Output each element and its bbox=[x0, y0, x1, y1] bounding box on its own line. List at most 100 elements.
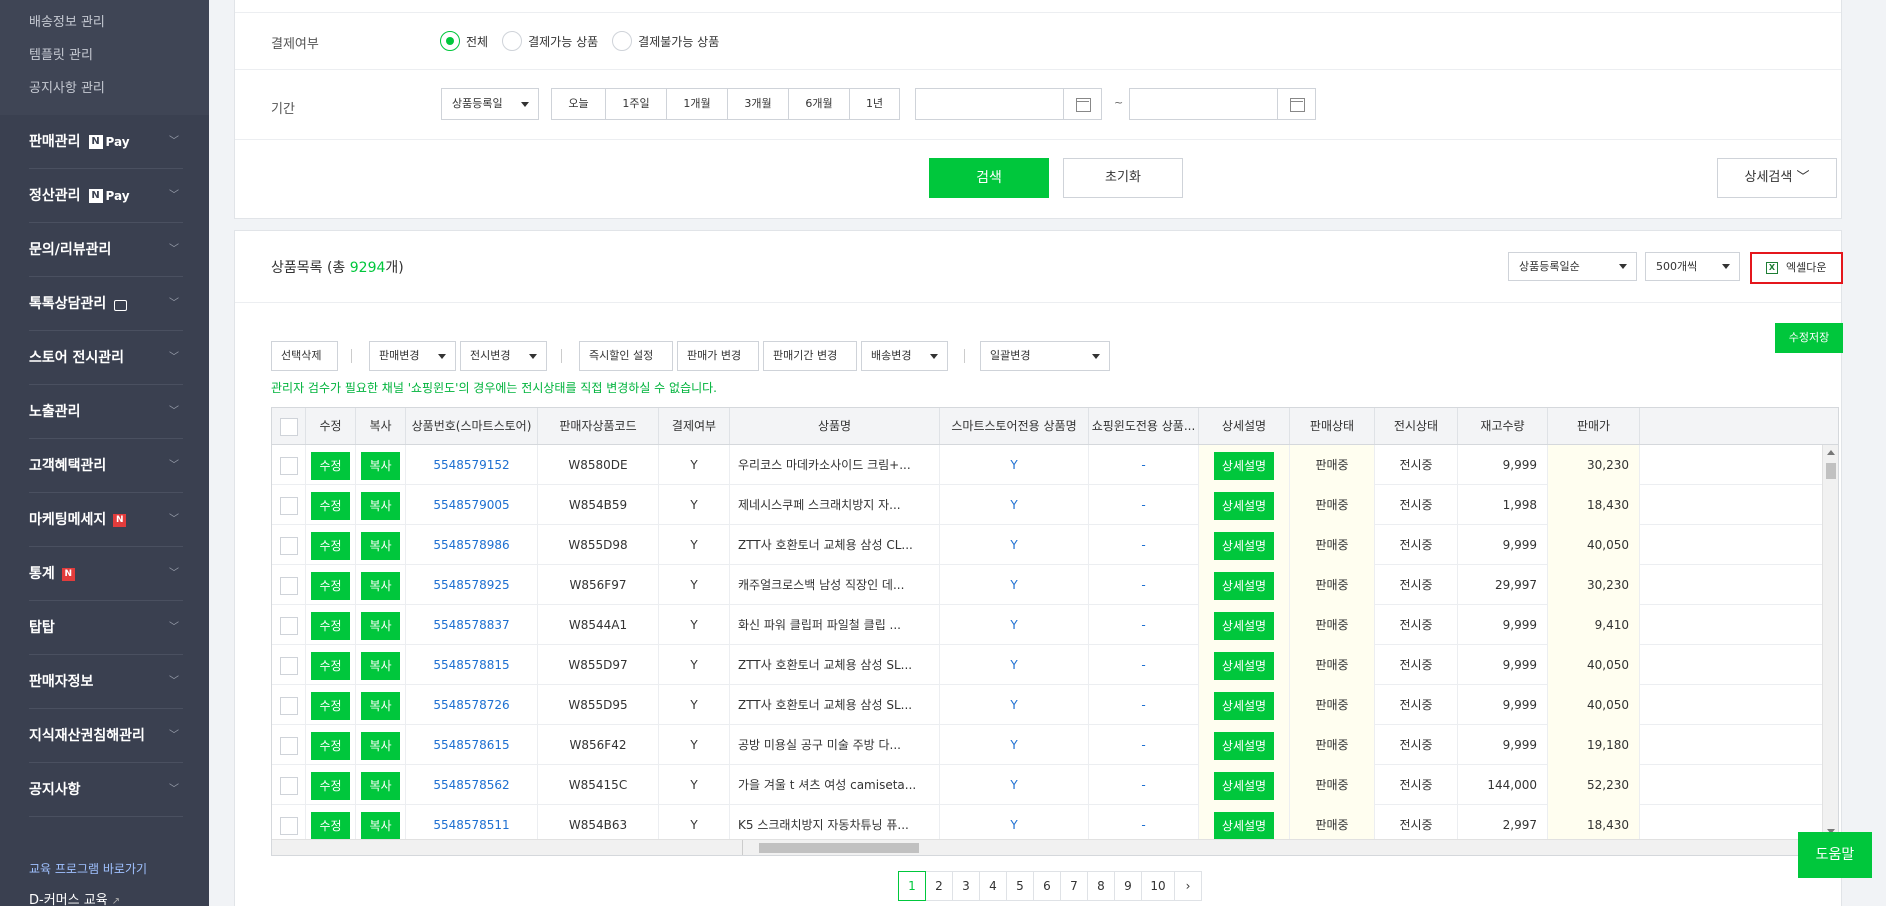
edit-button[interactable]: 수정 bbox=[311, 771, 350, 800]
product-id-link[interactable]: 5548578837 bbox=[433, 618, 509, 632]
page-button[interactable]: 2 bbox=[925, 871, 953, 901]
copy-button[interactable]: 복사 bbox=[361, 611, 400, 640]
edit-button[interactable]: 수정 bbox=[311, 531, 350, 560]
sale-period-change-button[interactable]: 판매기간 변경 bbox=[763, 341, 857, 371]
vertical-scrollbar[interactable] bbox=[1822, 445, 1838, 839]
price-cell[interactable]: 18,430 bbox=[1548, 485, 1640, 525]
edit-button[interactable]: 수정 bbox=[311, 451, 350, 480]
page-button[interactable]: 10 bbox=[1141, 871, 1175, 901]
page-button[interactable]: 4 bbox=[979, 871, 1007, 901]
period-btn-1month[interactable]: 1개월 bbox=[666, 88, 728, 120]
sidebar-menu-item[interactable]: 고객혜택관리 ﹀ bbox=[0, 439, 209, 493]
page-size-select[interactable]: 500개씩 bbox=[1645, 252, 1740, 281]
product-name-cell[interactable]: K5 스크래치방지 자동차튜닝 퓨... bbox=[730, 805, 940, 839]
row-checkbox[interactable] bbox=[279, 816, 298, 835]
price-change-button[interactable]: 판매가 변경 bbox=[677, 341, 759, 371]
help-button[interactable]: 도움말 bbox=[1798, 832, 1872, 878]
copy-button[interactable]: 복사 bbox=[361, 811, 400, 839]
edit-button[interactable]: 수정 bbox=[311, 811, 350, 839]
education-program-link[interactable]: 교육 프로그램 바로가기 bbox=[29, 860, 147, 877]
next-page-icon[interactable]: › bbox=[1174, 871, 1202, 901]
stock-cell[interactable]: 9,999 bbox=[1458, 445, 1548, 485]
sidebar-menu-item[interactable]: 판매관리 N Pay ﹀ bbox=[0, 115, 209, 169]
price-cell[interactable]: 30,230 bbox=[1548, 565, 1640, 605]
period-type-select[interactable]: 상품등록일 bbox=[441, 88, 539, 120]
sidebar-menu-item[interactable]: 통계 N ﹀ bbox=[0, 547, 209, 601]
delivery-change-dropdown[interactable]: 배송변경 bbox=[861, 341, 948, 371]
shoppingwindow-name-cell[interactable]: - bbox=[1089, 645, 1199, 685]
product-name-cell[interactable]: 캐주얼크로스백 남성 직장인 데... bbox=[730, 565, 940, 605]
price-cell[interactable]: 40,050 bbox=[1548, 645, 1640, 685]
instant-discount-button[interactable]: 즉시할인 설정 bbox=[579, 341, 673, 371]
sale-status-cell[interactable]: 판매중 bbox=[1290, 645, 1375, 685]
detail-button[interactable]: 상세설명 bbox=[1213, 531, 1275, 560]
row-checkbox[interactable] bbox=[279, 536, 298, 555]
product-id-link[interactable]: 5548578511 bbox=[433, 818, 509, 832]
pay-radio-payable[interactable]: 결제가능 상품 bbox=[502, 31, 598, 51]
sale-status-cell[interactable]: 판매중 bbox=[1290, 485, 1375, 525]
grid-header-checkbox[interactable] bbox=[272, 408, 306, 444]
period-btn-3month[interactable]: 3개월 bbox=[727, 88, 789, 120]
period-btn-today[interactable]: 오늘 bbox=[551, 88, 606, 120]
copy-button[interactable]: 복사 bbox=[361, 691, 400, 720]
display-status-cell[interactable]: 전시중 bbox=[1375, 445, 1458, 485]
sidebar-sub-item-shipping[interactable]: 배송정보 관리 bbox=[0, 14, 209, 47]
end-date-input[interactable] bbox=[1129, 88, 1316, 120]
sale-change-dropdown[interactable]: 판매변경 bbox=[369, 341, 456, 371]
save-edit-button[interactable]: 수정저장 bbox=[1775, 323, 1843, 353]
product-id-link[interactable]: 5548578925 bbox=[433, 578, 509, 592]
sale-status-cell[interactable]: 판매중 bbox=[1290, 685, 1375, 725]
stock-cell[interactable]: 29,997 bbox=[1458, 565, 1548, 605]
row-checkbox[interactable] bbox=[279, 656, 298, 675]
sidebar-menu-item[interactable]: 공지사항 ﹀ bbox=[0, 763, 209, 817]
page-button[interactable]: 6 bbox=[1033, 871, 1061, 901]
d-commerce-education-link[interactable]: D-커머스 교육 ↗ bbox=[29, 889, 147, 906]
shoppingwindow-name-cell[interactable]: - bbox=[1089, 485, 1199, 525]
page-button[interactable]: 7 bbox=[1060, 871, 1088, 901]
stock-cell[interactable]: 9,999 bbox=[1458, 525, 1548, 565]
shoppingwindow-name-cell[interactable]: - bbox=[1089, 765, 1199, 805]
copy-button[interactable]: 복사 bbox=[361, 571, 400, 600]
display-change-dropdown[interactable]: 전시변경 bbox=[460, 341, 547, 371]
sidebar-menu-item[interactable]: 마케팅메세지 N ﹀ bbox=[0, 493, 209, 547]
display-status-cell[interactable]: 전시중 bbox=[1375, 485, 1458, 525]
price-cell[interactable]: 52,230 bbox=[1548, 765, 1640, 805]
stock-cell[interactable]: 9,999 bbox=[1458, 685, 1548, 725]
display-status-cell[interactable]: 전시중 bbox=[1375, 725, 1458, 765]
calendar-icon[interactable] bbox=[1063, 89, 1101, 119]
product-id-link[interactable]: 5548579005 bbox=[433, 498, 509, 512]
detail-button[interactable]: 상세설명 bbox=[1213, 691, 1275, 720]
product-id-link[interactable]: 5548579152 bbox=[433, 458, 509, 472]
display-status-cell[interactable]: 전시중 bbox=[1375, 685, 1458, 725]
edit-button[interactable]: 수정 bbox=[311, 651, 350, 680]
edit-button[interactable]: 수정 bbox=[311, 571, 350, 600]
sale-status-cell[interactable]: 판매중 bbox=[1290, 525, 1375, 565]
page-button[interactable]: 5 bbox=[1006, 871, 1034, 901]
select-delete-button[interactable]: 선택삭제 bbox=[271, 341, 338, 371]
bulk-change-dropdown[interactable]: 일괄변경 bbox=[980, 341, 1110, 371]
product-name-cell[interactable]: 공방 미용실 공구 미술 주방 다... bbox=[730, 725, 940, 765]
sort-select[interactable]: 상품등록일순 bbox=[1508, 252, 1637, 281]
edit-button[interactable]: 수정 bbox=[311, 731, 350, 760]
product-id-link[interactable]: 5548578615 bbox=[433, 738, 509, 752]
sidebar-menu-item[interactable]: 정산관리 N Pay ﹀ bbox=[0, 169, 209, 223]
stock-cell[interactable]: 144,000 bbox=[1458, 765, 1548, 805]
detail-button[interactable]: 상세설명 bbox=[1213, 771, 1275, 800]
display-status-cell[interactable]: 전시중 bbox=[1375, 805, 1458, 839]
detail-button[interactable]: 상세설명 bbox=[1213, 611, 1275, 640]
stock-cell[interactable]: 9,999 bbox=[1458, 725, 1548, 765]
sidebar-menu-item[interactable]: 톡톡상담관리 ﹀ bbox=[0, 277, 209, 331]
sidebar-sub-item-notice[interactable]: 공지사항 관리 bbox=[0, 80, 209, 113]
product-id-link[interactable]: 5548578562 bbox=[433, 778, 509, 792]
price-cell[interactable]: 40,050 bbox=[1548, 525, 1640, 565]
product-id-link[interactable]: 5548578726 bbox=[433, 698, 509, 712]
page-button[interactable]: 8 bbox=[1087, 871, 1115, 901]
detail-button[interactable]: 상세설명 bbox=[1213, 811, 1275, 839]
sidebar-menu-item[interactable]: 판매자정보 ﹀ bbox=[0, 655, 209, 709]
sale-status-cell[interactable]: 판매중 bbox=[1290, 445, 1375, 485]
detail-button[interactable]: 상세설명 bbox=[1213, 651, 1275, 680]
pay-radio-unpayable[interactable]: 결제불가능 상품 bbox=[612, 31, 719, 51]
search-button[interactable]: 검색 bbox=[929, 158, 1049, 198]
row-checkbox[interactable] bbox=[279, 776, 298, 795]
price-cell[interactable]: 18,430 bbox=[1548, 805, 1640, 839]
